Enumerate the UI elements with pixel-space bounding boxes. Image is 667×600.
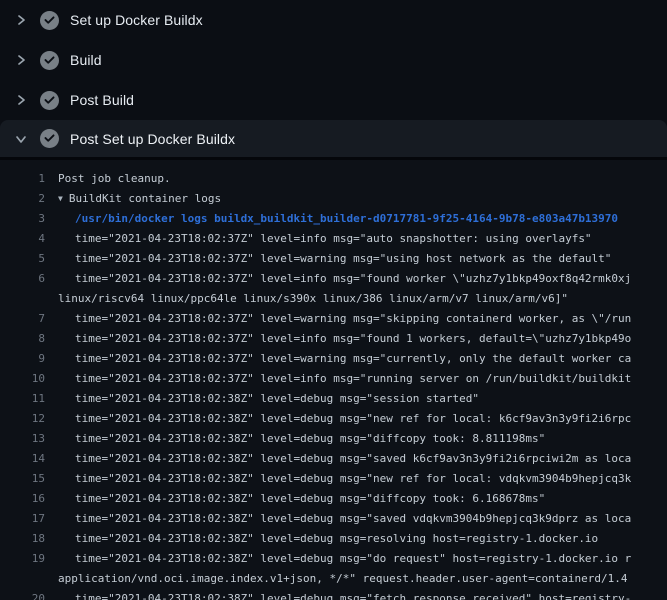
log-line-number[interactable]: 6 xyxy=(0,269,45,289)
steps-list: Set up Docker Buildx Build P xyxy=(0,0,667,160)
chevron-right-icon[interactable] xyxy=(13,92,29,108)
log-line-number[interactable]: 2 xyxy=(0,189,45,209)
triangle-down-icon[interactable]: ▼ xyxy=(58,189,63,209)
log-line-number[interactable]: 8 xyxy=(0,329,45,349)
log-command-text: /usr/bin/docker logs buildx_buildkit_bui… xyxy=(45,209,618,229)
log-line-text: Post job cleanup. xyxy=(45,169,171,189)
log-line-number[interactable]: 17 xyxy=(0,509,45,529)
chevron-right-icon[interactable] xyxy=(13,12,29,28)
log-row: 8 time="2021-04-23T18:02:37Z" level=info… xyxy=(0,329,667,349)
step-label: Set up Docker Buildx xyxy=(70,12,203,28)
log-line-number[interactable]: 19 xyxy=(0,549,45,569)
check-circle-icon xyxy=(40,11,59,30)
log-line-text: time="2021-04-23T18:02:38Z" level=debug … xyxy=(45,549,631,569)
log-row: 13 time="2021-04-23T18:02:38Z" level=deb… xyxy=(0,429,667,449)
log-line-number[interactable]: 5 xyxy=(0,249,45,269)
log-row: 16 time="2021-04-23T18:02:38Z" level=deb… xyxy=(0,489,667,509)
log-line-text: time="2021-04-23T18:02:38Z" level=debug … xyxy=(45,469,631,489)
log-row: 19 time="2021-04-23T18:02:38Z" level=deb… xyxy=(0,549,667,569)
chevron-right-icon[interactable] xyxy=(13,52,29,68)
log-row: 20 time="2021-04-23T18:02:38Z" level=deb… xyxy=(0,589,667,600)
log-row: 1 Post job cleanup. xyxy=(0,169,667,189)
log-line-text: time="2021-04-23T18:02:38Z" level=debug … xyxy=(45,389,479,409)
log-line-number[interactable]: 7 xyxy=(0,309,45,329)
step-row-build[interactable]: Build xyxy=(0,40,667,80)
log-line-number xyxy=(0,569,45,589)
chevron-down-icon[interactable] xyxy=(13,131,29,147)
log-panel: 1 Post job cleanup. 2 ▼ BuildKit containe… xyxy=(0,160,667,600)
log-row: 4 time="2021-04-23T18:02:37Z" level=info… xyxy=(0,229,667,249)
log-line-text: time="2021-04-23T18:02:37Z" level=info m… xyxy=(45,369,631,389)
check-circle-icon xyxy=(40,51,59,70)
log-line-number[interactable]: 15 xyxy=(0,469,45,489)
step-row-post-build[interactable]: Post Build xyxy=(0,80,667,120)
log-line-text: time="2021-04-23T18:02:37Z" level=warnin… xyxy=(45,349,631,369)
log-row: 6 time="2021-04-23T18:02:37Z" level=info… xyxy=(0,269,667,289)
log-line-number[interactable]: 12 xyxy=(0,409,45,429)
log-line-text: time="2021-04-23T18:02:38Z" level=debug … xyxy=(45,429,545,449)
log-line-number[interactable]: 11 xyxy=(0,389,45,409)
check-circle-icon xyxy=(40,129,59,148)
log-row: application/vnd.oci.image.index.v1+json,… xyxy=(0,569,667,589)
log-line-text: time="2021-04-23T18:02:38Z" level=debug … xyxy=(45,509,631,529)
log-row: 15 time="2021-04-23T18:02:38Z" level=deb… xyxy=(0,469,667,489)
log-row: 11 time="2021-04-23T18:02:38Z" level=deb… xyxy=(0,389,667,409)
log-line-number[interactable]: 20 xyxy=(0,589,45,600)
step-row-post-set-up-docker-buildx[interactable]: Post Set up Docker Buildx xyxy=(0,120,667,160)
log-line-number[interactable]: 18 xyxy=(0,529,45,549)
log-line-number[interactable]: 4 xyxy=(0,229,45,249)
log-row: 3 /usr/bin/docker logs buildx_buildkit_b… xyxy=(0,209,667,229)
log-row: 7 time="2021-04-23T18:02:37Z" level=warn… xyxy=(0,309,667,329)
log-row: 14 time="2021-04-23T18:02:38Z" level=deb… xyxy=(0,449,667,469)
log-group-label: BuildKit container logs xyxy=(69,192,221,205)
log-line-number[interactable]: 10 xyxy=(0,369,45,389)
log-line-text: time="2021-04-23T18:02:37Z" level=warnin… xyxy=(45,249,611,269)
log-line-text: time="2021-04-23T18:02:37Z" level=warnin… xyxy=(45,309,631,329)
log-line-number[interactable]: 1 xyxy=(0,169,45,189)
log-line-text: time="2021-04-23T18:02:38Z" level=debug … xyxy=(45,529,598,549)
log-row: 9 time="2021-04-23T18:02:37Z" level=warn… xyxy=(0,349,667,369)
log-line-text: application/vnd.oci.image.index.v1+json,… xyxy=(45,569,628,589)
log-line-text: time="2021-04-23T18:02:37Z" level=info m… xyxy=(45,329,631,349)
step-row-set-up-docker-buildx[interactable]: Set up Docker Buildx xyxy=(0,0,667,40)
log-group-toggle[interactable]: 2 ▼ BuildKit container logs xyxy=(0,189,667,209)
step-label: Post Build xyxy=(70,92,134,108)
check-circle-icon xyxy=(40,91,59,110)
log-line-text: ▼ BuildKit container logs xyxy=(45,189,221,209)
log-line-text: time="2021-04-23T18:02:38Z" level=debug … xyxy=(45,449,631,469)
log-line-number[interactable]: 9 xyxy=(0,349,45,369)
log-line-text: time="2021-04-23T18:02:38Z" level=debug … xyxy=(45,409,631,429)
log-line-text: time="2021-04-23T18:02:37Z" level=info m… xyxy=(45,229,592,249)
log-row: 10 time="2021-04-23T18:02:37Z" level=inf… xyxy=(0,369,667,389)
step-label: Post Set up Docker Buildx xyxy=(70,131,235,147)
log-row: 17 time="2021-04-23T18:02:38Z" level=deb… xyxy=(0,509,667,529)
step-label: Build xyxy=(70,52,102,68)
log-row: 12 time="2021-04-23T18:02:38Z" level=deb… xyxy=(0,409,667,429)
log-line-text: time="2021-04-23T18:02:38Z" level=debug … xyxy=(45,489,545,509)
log-line-text: time="2021-04-23T18:02:37Z" level=info m… xyxy=(45,269,631,289)
log-line-number xyxy=(0,289,45,309)
log-line-number[interactable]: 3 xyxy=(0,209,45,229)
log-row: 5 time="2021-04-23T18:02:37Z" level=warn… xyxy=(0,249,667,269)
log-row: linux/riscv64 linux/ppc64le linux/s390x … xyxy=(0,289,667,309)
log-line-number[interactable]: 14 xyxy=(0,449,45,469)
log-line-number[interactable]: 16 xyxy=(0,489,45,509)
actions-log-viewer: Set up Docker Buildx Build P xyxy=(0,0,667,600)
log-row: 18 time="2021-04-23T18:02:38Z" level=deb… xyxy=(0,529,667,549)
log-line-text: linux/riscv64 linux/ppc64le linux/s390x … xyxy=(45,289,568,309)
log-line-text: time="2021-04-23T18:02:38Z" level=debug … xyxy=(45,589,631,600)
log-line-number[interactable]: 13 xyxy=(0,429,45,449)
